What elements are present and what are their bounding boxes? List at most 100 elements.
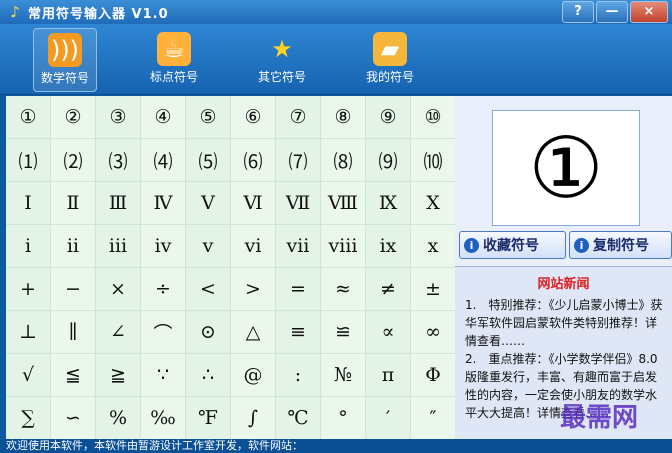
symbol-cell[interactable]: ∠ [96,311,140,353]
symbol-cell[interactable]: Ⅹ [411,182,455,224]
music-note-icon: ♪ [10,3,20,21]
symbol-cell[interactable]: > [231,268,275,310]
symbol-cell[interactable]: ± [411,268,455,310]
symbol-cell[interactable]: ⑸ [186,139,230,181]
symbol-cell[interactable]: ≡ [276,311,320,353]
symbol-cell[interactable]: ∞ [411,311,455,353]
symbol-cell[interactable]: ② [51,96,95,138]
symbol-cell[interactable]: ≈ [321,268,365,310]
symbol-cell[interactable]: ⅱ [51,225,95,267]
symbol-cell[interactable]: ≦ [51,354,95,396]
symbol-cell[interactable]: ⑹ [231,139,275,181]
symbol-cell[interactable]: ≧ [96,354,140,396]
symbol-cell[interactable]: ⑷ [141,139,185,181]
symbol-cell[interactable]: : [276,354,320,396]
symbol-cell[interactable]: ⅰ [6,225,50,267]
symbol-cell[interactable]: ⅴ [186,225,230,267]
symbol-cell[interactable]: ∽ [51,397,95,439]
symbol-cell[interactable]: Φ [411,354,455,396]
symbol-cell[interactable]: ℉ [186,397,230,439]
symbol-cell[interactable]: ⑤ [186,96,230,138]
symbol-cell[interactable]: Ⅲ [96,182,140,224]
symbol-cell[interactable]: Ⅴ [186,182,230,224]
symbol-cell[interactable]: ⅸ [366,225,410,267]
copy-label: 复制符号 [593,238,649,254]
symbol-cell[interactable]: ⑧ [321,96,365,138]
symbol-cell[interactable]: ⑵ [51,139,95,181]
watermark: 最需网 [560,403,639,433]
symbol-cell[interactable]: ≠ [366,268,410,310]
symbol-cell[interactable]: ∝ [366,311,410,353]
symbol-cell[interactable]: △ [231,311,275,353]
symbol-cell[interactable]: + [6,268,50,310]
symbol-cell[interactable]: ⅲ [96,225,140,267]
symbol-cell[interactable]: − [51,268,95,310]
symbol-preview: ① [492,110,640,226]
news-item[interactable]: 1. 特别推荐：《少儿启蒙小博士》获华军软件园启蒙软件类特别推荐！详情查看…… [465,296,666,350]
symbol-cell[interactable]: Ⅶ [276,182,320,224]
symbol-cell[interactable]: ⑶ [96,139,140,181]
symbol-cell[interactable]: Ⅷ [321,182,365,224]
tab-label: 标点符号 [149,70,198,84]
symbol-cell[interactable]: ≌ [321,311,365,353]
symbol-cell[interactable]: ⑨ [366,96,410,138]
symbol-cell[interactable]: √ [6,354,50,396]
symbol-cell[interactable]: ∴ [186,354,230,396]
symbol-cell[interactable]: ⑻ [321,139,365,181]
close-button[interactable]: × [630,1,668,23]
help-button[interactable]: ? [562,1,594,23]
symbol-grid: ①②③④⑤⑥⑦⑧⑨⑩ ⑴⑵⑶⑷⑸⑹⑺⑻⑼⑽ ⅠⅡⅢⅣⅤⅥⅦⅧⅨⅩⅰⅱⅲⅳⅴⅵⅶⅷⅸⅹ… [6,96,455,439]
folder-icon: ▰ [373,32,407,66]
symbol-cell[interactable]: ⑼ [366,139,410,181]
symbol-cell[interactable]: ⑩ [411,96,455,138]
symbol-cell[interactable]: ⅵ [231,225,275,267]
symbol-cell[interactable]: ∑ [6,397,50,439]
favorite-symbol-button[interactable]: i 收藏符号 [459,231,566,259]
symbol-cell[interactable]: Ⅵ [231,182,275,224]
symbol-cell[interactable]: ⌒ [141,311,185,353]
symbol-cell[interactable]: Ⅰ [6,182,50,224]
symbol-cell[interactable]: ÷ [141,268,185,310]
minimize-button[interactable]: — [596,1,628,23]
symbol-cell[interactable]: Ⅱ [51,182,95,224]
symbol-cell[interactable]: ∥ [51,311,95,353]
tab-math-symbols[interactable]: ))) 数学符号 [33,28,97,92]
symbol-cell[interactable]: ⊥ [6,311,50,353]
symbol-cell[interactable]: = [276,268,320,310]
symbol-cell[interactable]: Ⅸ [366,182,410,224]
symbol-cell[interactable]: ⑥ [231,96,275,138]
symbol-cell[interactable]: ℃ [276,397,320,439]
symbol-cell[interactable]: ⑴ [6,139,50,181]
symbol-cell[interactable]: ° [321,397,365,439]
tab-other-symbols[interactable]: ★ 其它符号 [251,28,313,90]
symbol-cell[interactable]: ‰ [141,397,185,439]
symbol-cell[interactable]: ① [6,96,50,138]
symbol-cell[interactable]: ⑺ [276,139,320,181]
symbol-cell[interactable]: ⅹ [411,225,455,267]
symbol-cell[interactable]: ⅶ [276,225,320,267]
copy-symbol-button[interactable]: i 复制符号 [569,231,672,259]
symbol-cell[interactable]: × [96,268,140,310]
rss-icon: ))) [48,33,82,67]
symbol-cell[interactable]: ⅷ [321,225,365,267]
symbol-cell[interactable]: ∫ [231,397,275,439]
symbol-cell[interactable]: ⑦ [276,96,320,138]
symbol-cell[interactable]: ④ [141,96,185,138]
symbol-cell[interactable]: π [366,354,410,396]
info-icon: i [464,237,479,253]
symbol-cell[interactable]: ③ [96,96,140,138]
symbol-cell[interactable]: ″ [411,397,455,439]
tab-punctuation[interactable]: ☕ 标点符号 [143,28,205,90]
symbol-cell[interactable]: @ [231,354,275,396]
symbol-cell[interactable]: < [186,268,230,310]
symbol-cell[interactable]: Ⅳ [141,182,185,224]
symbol-cell[interactable]: ∵ [141,354,185,396]
symbol-cell[interactable]: ⅳ [141,225,185,267]
symbol-cell[interactable]: ⑽ [411,139,455,181]
tab-label: 其它符号 [257,70,306,84]
symbol-cell[interactable]: ′ [366,397,410,439]
symbol-cell[interactable]: № [321,354,365,396]
symbol-cell[interactable]: ⊙ [186,311,230,353]
tab-my-symbols[interactable]: ▰ 我的符号 [359,28,421,90]
symbol-cell[interactable]: % [96,397,140,439]
